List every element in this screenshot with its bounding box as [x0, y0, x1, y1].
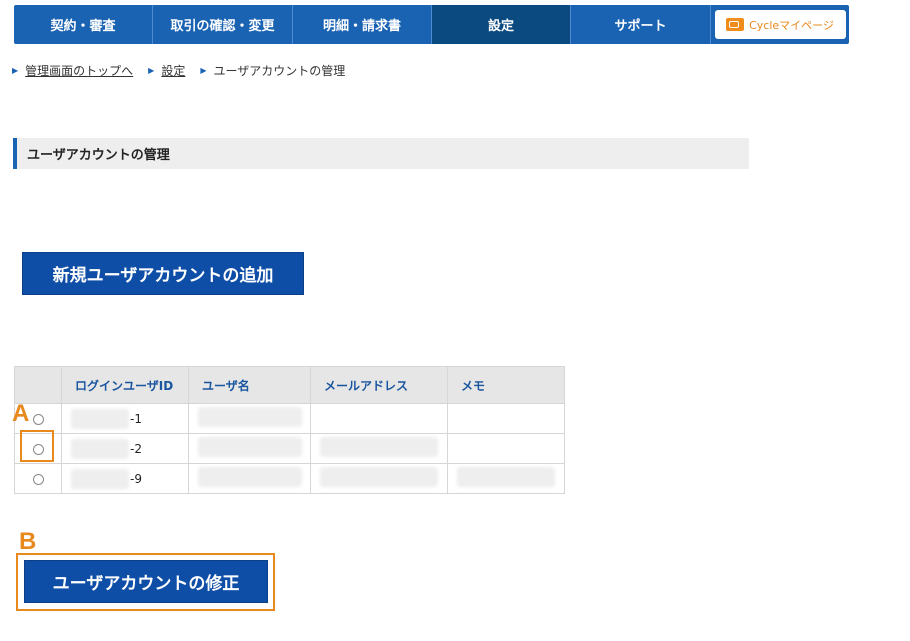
triangle-icon: ▶	[148, 66, 155, 75]
login-id-suffix: -9	[130, 471, 142, 486]
breadcrumb-current: ユーザアカウントの管理	[213, 64, 346, 78]
user-name-cell	[188, 463, 311, 494]
redacted-text	[320, 437, 438, 457]
top-nav: 契約・審査 取引の確認・変更 明細・請求書 設定 サポート Cycleマイページ	[14, 5, 849, 44]
breadcrumb-link-top[interactable]: 管理画面のトップへ	[25, 62, 133, 79]
user-name-cell	[188, 433, 311, 464]
header-email: メールアドレス	[310, 366, 448, 404]
user-account-table: ログインユーザID ユーザ名 メールアドレス メモ -1 -2 -9	[14, 366, 565, 494]
header-login-id: ログインユーザID	[61, 366, 189, 404]
login-id-suffix: -2	[130, 441, 142, 456]
annotation-label-a: A	[12, 400, 30, 427]
table-row: -9	[14, 463, 565, 494]
login-id-suffix: -1	[130, 411, 142, 426]
annotation-label-b: B	[19, 528, 37, 555]
cycle-mypage-label: Cycleマイページ	[749, 18, 834, 32]
nav-statements[interactable]: 明細・請求書	[293, 5, 432, 44]
nav-support[interactable]: サポート	[571, 5, 711, 44]
breadcrumb-item-current: ▶ ユーザアカウントの管理	[200, 62, 345, 79]
email-cell	[310, 463, 448, 494]
redacted-text	[457, 467, 555, 487]
redacted-text	[71, 468, 129, 489]
login-id-cell: -2	[61, 433, 189, 464]
redacted-text	[198, 467, 302, 487]
user-name-cell	[188, 403, 311, 434]
header-select	[14, 366, 62, 404]
nav-mypage-wrap: Cycleマイページ	[711, 5, 849, 44]
nav-transactions[interactable]: 取引の確認・変更	[153, 5, 293, 44]
cycle-mypage-button[interactable]: Cycleマイページ	[714, 10, 846, 39]
table-row: -1	[14, 403, 565, 434]
redacted-text	[198, 407, 302, 427]
login-id-cell: -1	[61, 403, 189, 434]
breadcrumb-item-settings: ▶ 設定	[148, 62, 185, 79]
memo-cell	[447, 403, 565, 434]
section-title: ユーザアカウントの管理	[13, 138, 749, 169]
redacted-text	[320, 467, 438, 487]
table-row: -2	[14, 433, 565, 464]
row-radio[interactable]	[32, 413, 44, 425]
header-user-name: ユーザ名	[188, 366, 311, 404]
triangle-icon: ▶	[12, 66, 19, 75]
redacted-text	[71, 408, 129, 429]
memo-cell	[447, 463, 565, 494]
header-memo: メモ	[447, 366, 565, 404]
breadcrumb-link-settings[interactable]: 設定	[161, 62, 185, 79]
table-header-row: ログインユーザID ユーザ名 メールアドレス メモ	[14, 366, 565, 404]
edit-user-account-button[interactable]: ユーザアカウントの修正	[24, 560, 268, 603]
redacted-text	[71, 438, 129, 459]
memo-cell	[447, 433, 565, 464]
redacted-text	[198, 437, 302, 457]
login-id-cell: -9	[61, 463, 189, 494]
nav-contract[interactable]: 契約・審査	[14, 5, 153, 44]
nav-settings[interactable]: 設定	[432, 5, 571, 44]
row-radio[interactable]	[32, 473, 44, 485]
breadcrumb: ▶ 管理画面のトップへ ▶ 設定 ▶ ユーザアカウントの管理	[12, 62, 360, 79]
triangle-icon: ▶	[200, 66, 207, 75]
email-cell	[310, 403, 448, 434]
row-select-cell	[14, 463, 62, 494]
annotation-box-a	[20, 430, 54, 462]
email-cell	[310, 433, 448, 464]
card-icon	[726, 18, 745, 31]
add-user-account-button[interactable]: 新規ユーザアカウントの追加	[22, 252, 304, 295]
breadcrumb-item-top: ▶ 管理画面のトップへ	[12, 62, 133, 79]
